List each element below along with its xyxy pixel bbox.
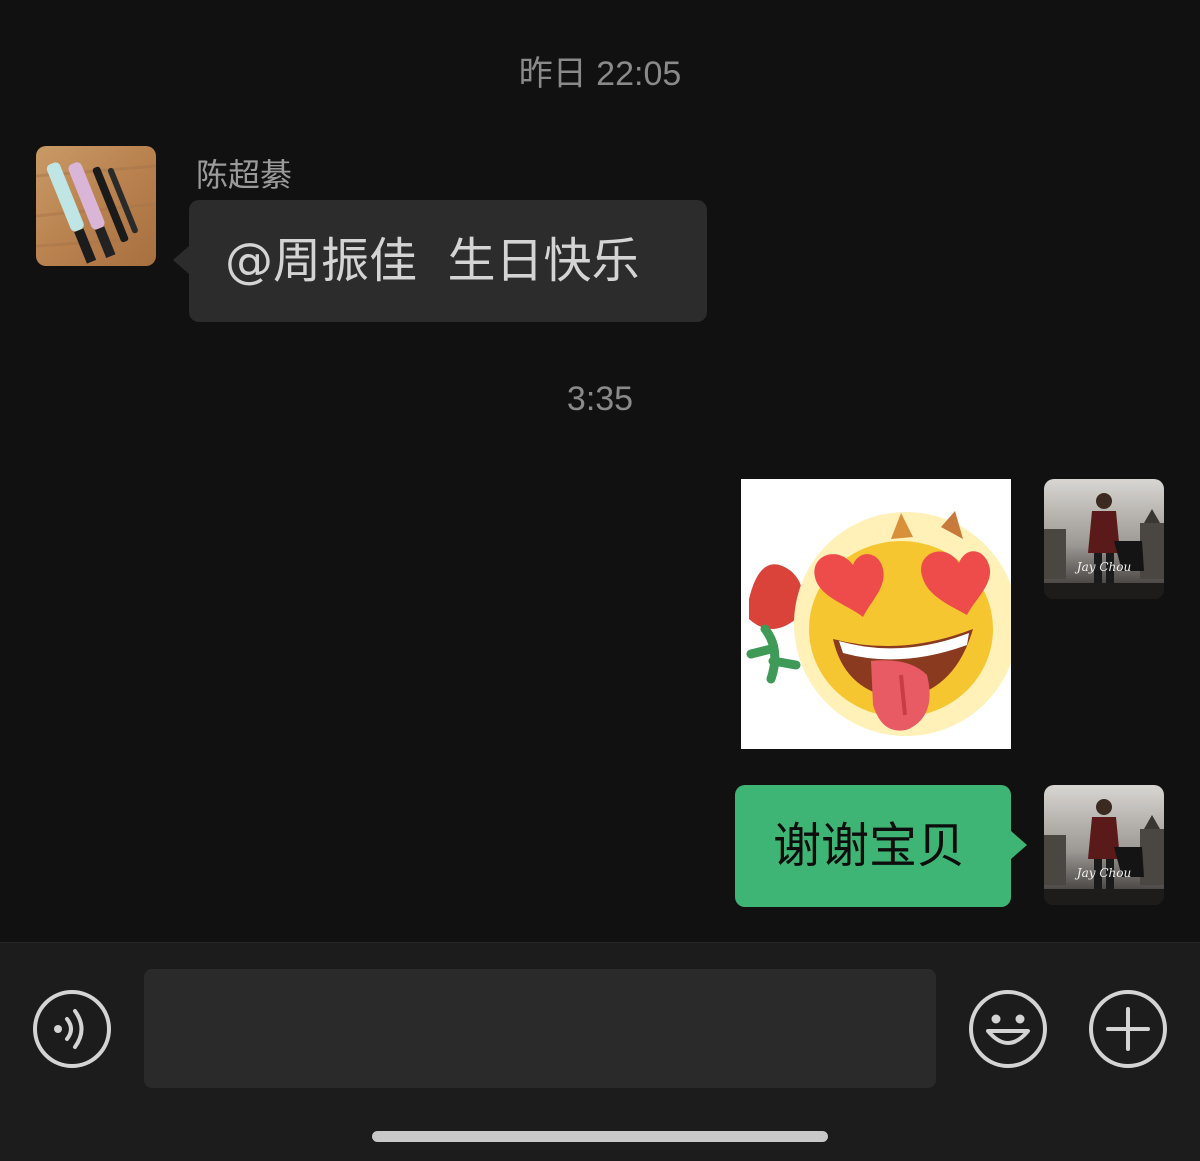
emoji-icon xyxy=(969,990,1047,1068)
voice-icon xyxy=(33,990,111,1068)
input-bar xyxy=(0,942,1200,1161)
svg-text:Jay Chou: Jay Chou xyxy=(1074,866,1131,880)
sticker-message[interactable] xyxy=(741,479,1011,749)
light-sticks-photo xyxy=(36,146,156,266)
sender-name: 陈超綦 xyxy=(196,156,293,194)
own-avatar[interactable]: Jay Chou xyxy=(1044,785,1164,905)
timestamp: 昨日 22:05 xyxy=(518,55,682,93)
plus-icon xyxy=(1089,990,1167,1068)
outgoing-message-bubble[interactable]: 谢谢宝贝 xyxy=(735,785,1027,907)
more-button[interactable] xyxy=(1088,989,1168,1069)
album-cover-photo: Jay Chou xyxy=(1044,479,1164,599)
timestamp: 3:35 xyxy=(566,380,634,418)
sender-avatar[interactable] xyxy=(36,146,156,266)
home-indicator[interactable] xyxy=(372,1131,828,1142)
message-input[interactable] xyxy=(144,969,936,1088)
emoji-button[interactable] xyxy=(968,989,1048,1069)
own-avatar[interactable]: Jay Chou xyxy=(1044,479,1164,599)
heart-eyes-rose-emoji xyxy=(741,479,1011,749)
album-cover-photo: Jay Chou xyxy=(1044,785,1164,905)
voice-button[interactable] xyxy=(32,989,112,1069)
incoming-message-bubble[interactable]: @周振佳 生日快乐 xyxy=(173,200,707,322)
svg-text:Jay Chou: Jay Chou xyxy=(1074,560,1131,574)
